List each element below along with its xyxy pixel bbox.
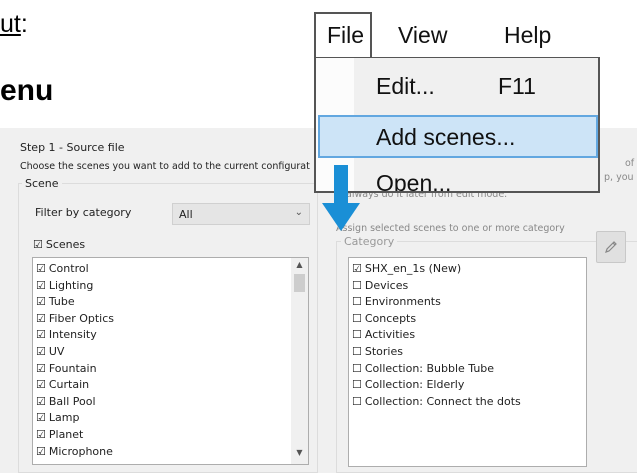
category-list-item[interactable]: ☐ Concepts xyxy=(352,311,586,328)
category-list-item[interactable]: ☐ Devices xyxy=(352,278,586,295)
filter-label: Filter by category xyxy=(35,206,132,219)
scene-list-item[interactable]: ☑ UV xyxy=(36,344,308,361)
scene-list-item[interactable]: ☑ Tube xyxy=(36,294,308,311)
scene-label: Lighting xyxy=(48,278,94,292)
arrow-down-icon xyxy=(322,165,360,231)
checkbox-unchecked-icon[interactable]: ☐ xyxy=(352,278,362,294)
checkbox-unchecked-icon[interactable]: ☐ xyxy=(352,361,362,377)
checkbox-checked-icon[interactable]: ☑ xyxy=(36,261,46,277)
checkbox-checked-icon[interactable]: ☑ xyxy=(36,410,46,426)
menu-item-edit-shortcut: F11 xyxy=(498,73,536,99)
category-list-item[interactable]: ☐ Collection: Elderly xyxy=(352,377,586,394)
side-note-2: p, you xyxy=(604,172,634,183)
scene-label: Tube xyxy=(48,295,75,309)
scenes-all-label: Scenes xyxy=(45,238,86,251)
scroll-thumb[interactable] xyxy=(294,274,305,292)
category-label: Collection: Bubble Tube xyxy=(364,361,495,375)
filter-value: All xyxy=(179,208,193,221)
category-label: Devices xyxy=(364,278,409,292)
menu-help[interactable]: Help xyxy=(504,22,551,49)
category-label: Activities xyxy=(364,328,416,342)
heading-fragment-1: ut: xyxy=(0,10,28,39)
checkbox-checked-icon[interactable]: ☑ xyxy=(36,278,46,294)
scene-list-item[interactable]: ☑ Microphone xyxy=(36,444,308,461)
scene-label: Fountain xyxy=(48,361,97,375)
checkbox-unchecked-icon[interactable]: ☐ xyxy=(352,377,362,393)
category-list-item[interactable]: ☐ Collection: Connect the dots xyxy=(352,394,586,411)
scene-list-item[interactable]: ☑ Lighting xyxy=(36,278,308,295)
scenes-listbox[interactable]: ☑ Control ☑ Lighting ☑ Tube ☑ Fiber Optics ☑ Inte… xyxy=(32,257,309,465)
category-label: Environments xyxy=(364,295,441,309)
checkbox-checked-icon[interactable]: ☑ xyxy=(36,444,46,460)
scene-label: Curtain xyxy=(48,378,90,392)
pencil-icon xyxy=(605,241,617,253)
checkbox-checked-icon: ☑ xyxy=(33,238,43,251)
scene-list-item[interactable]: ☑ Intensity xyxy=(36,327,308,344)
scroll-down-icon[interactable]: ▼ xyxy=(291,448,308,462)
category-list-item[interactable]: ☐ Activities xyxy=(352,327,586,344)
step-description: Choose the scenes you want to add to the… xyxy=(20,161,310,172)
category-listbox[interactable]: ☑ SHX_en_1s (New) ☐ Devices ☐ Environments ☐ Co… xyxy=(348,257,587,467)
scene-list-item[interactable]: ☑ Control xyxy=(36,261,308,278)
scene-label: Intensity xyxy=(48,328,97,342)
checkbox-checked-icon[interactable]: ☑ xyxy=(36,344,46,360)
checkbox-checked-icon[interactable]: ☑ xyxy=(36,427,46,443)
checkbox-checked-icon[interactable]: ☑ xyxy=(36,311,46,327)
checkbox-unchecked-icon[interactable]: ☐ xyxy=(352,311,362,327)
scene-label: Control xyxy=(48,262,89,275)
checkbox-checked-icon[interactable]: ☑ xyxy=(36,294,46,310)
checkbox-unchecked-icon[interactable]: ☐ xyxy=(352,394,362,410)
scenes-scrollbar[interactable]: ▲ ▼ xyxy=(291,258,308,464)
heading-colon: : xyxy=(20,10,28,38)
scene-list-item[interactable]: ☑ Lamp xyxy=(36,410,308,427)
category-list-item[interactable]: ☐ Environments xyxy=(352,294,586,311)
scene-label: Microphone xyxy=(48,444,113,458)
assign-note: Assign selected scenes to one or more ca… xyxy=(336,223,565,234)
scene-group-legend: Scene xyxy=(22,177,62,190)
category-label: Concepts xyxy=(364,311,417,325)
chevron-down-icon: ⌄ xyxy=(294,207,303,218)
checkbox-checked-icon[interactable]: ☑ xyxy=(36,327,46,343)
scenes-select-all-checkbox[interactable]: ☑ Scenes xyxy=(33,238,85,251)
checkbox-unchecked-icon[interactable]: ☐ xyxy=(352,294,362,310)
checkbox-checked-icon[interactable]: ☑ xyxy=(352,261,362,277)
scene-label: Fiber Optics xyxy=(48,311,115,325)
edit-category-button[interactable] xyxy=(596,231,626,263)
scene-list-item[interactable]: ☑ Curtain xyxy=(36,377,308,394)
scroll-up-icon[interactable]: ▲ xyxy=(291,260,308,274)
scene-list-item[interactable]: ☑ Fountain xyxy=(36,361,308,378)
scene-label: Planet xyxy=(48,427,84,441)
scene-label: UV xyxy=(48,344,65,358)
heading-fragment-2: enu xyxy=(0,74,54,107)
checkbox-checked-icon[interactable]: ☑ xyxy=(36,394,46,410)
scene-list-item[interactable]: ☑ Fiber Optics xyxy=(36,311,308,328)
scene-list-item[interactable]: ☑ Planet xyxy=(36,427,308,444)
checkbox-checked-icon[interactable]: ☑ xyxy=(36,377,46,393)
category-label: SHX_en_1s (New) xyxy=(364,262,462,275)
menu-item-open[interactable]: Open... xyxy=(376,170,451,191)
checkbox-unchecked-icon[interactable]: ☐ xyxy=(352,344,362,360)
category-group-legend: Category xyxy=(341,235,398,248)
scene-list-item[interactable]: ☑ Ball Pool xyxy=(36,394,308,411)
side-note-1: of xyxy=(625,158,635,169)
category-label: Stories xyxy=(364,344,403,358)
scene-label: Lamp xyxy=(48,411,80,425)
category-list-item[interactable]: ☑ SHX_en_1s (New) xyxy=(352,261,586,278)
category-list-item[interactable]: ☐ Collection: Bubble Tube xyxy=(352,361,586,378)
checkbox-checked-icon[interactable]: ☑ xyxy=(36,361,46,377)
menu-item-edit[interactable]: Edit... xyxy=(376,73,435,100)
step-title: Step 1 - Source file xyxy=(20,141,125,154)
category-label: Collection: Connect the dots xyxy=(364,394,521,408)
heading-underlined-text: ut xyxy=(0,10,21,38)
category-label: Collection: Elderly xyxy=(364,378,465,392)
category-list-item[interactable]: ☐ Stories xyxy=(352,344,586,361)
filter-category-select[interactable]: All ⌄ xyxy=(172,203,310,225)
category-list: ☑ SHX_en_1s (New) ☐ Devices ☐ Environments ☐ Co… xyxy=(349,258,586,410)
scenes-list: ☑ Control ☑ Lighting ☑ Tube ☑ Fiber Optics ☑ Inte… xyxy=(33,258,308,460)
menu-file[interactable]: File xyxy=(327,22,364,49)
menu-item-add-scenes[interactable]: Add scenes... xyxy=(376,124,515,151)
checkbox-unchecked-icon[interactable]: ☐ xyxy=(352,327,362,343)
menu-view[interactable]: View xyxy=(398,22,447,49)
scene-label: Ball Pool xyxy=(48,394,96,408)
